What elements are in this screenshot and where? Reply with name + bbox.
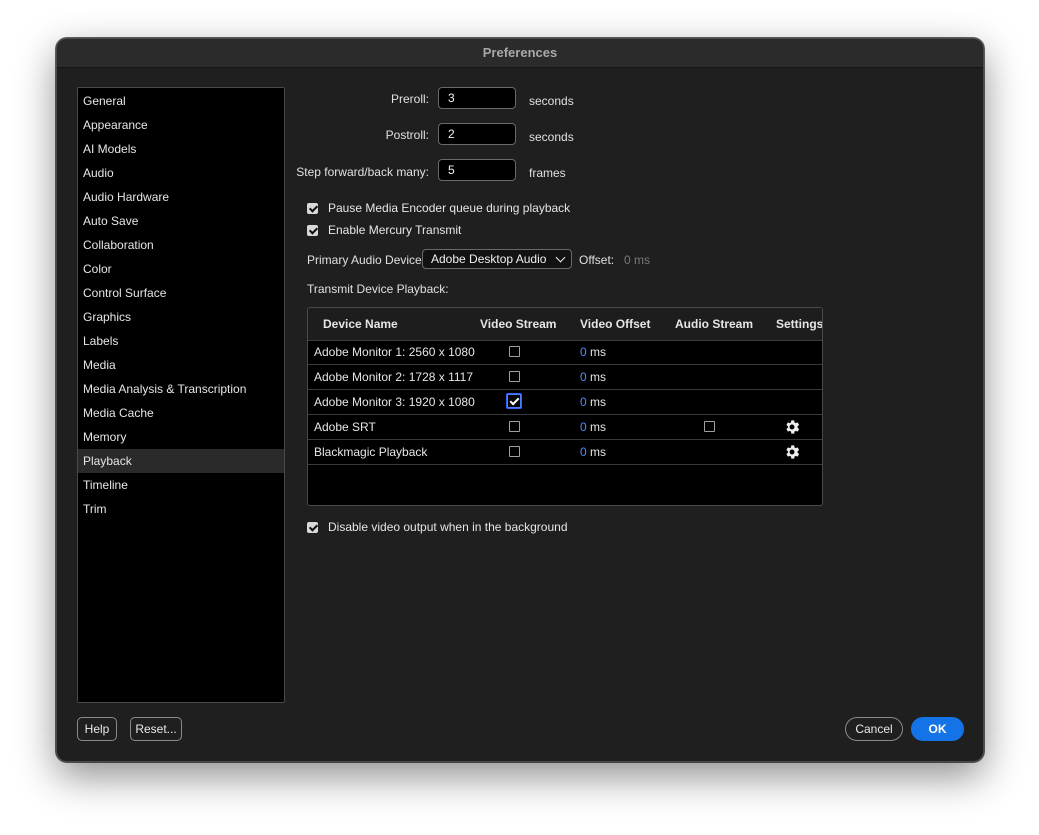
table-row: Blackmagic Playback 0 ms (308, 440, 822, 465)
offset-value: 0 ms (624, 253, 651, 267)
sidebar-item-trim[interactable]: Trim (78, 497, 284, 521)
mercury-transmit-label: Enable Mercury Transmit (328, 223, 462, 237)
sidebar-item-appearance[interactable]: Appearance (78, 113, 284, 137)
device-name: Adobe Monitor 3: 1920 x 1080 (314, 395, 475, 409)
preferences-window: Preferences General Appearance AI Models… (56, 38, 984, 762)
transmit-device-table: Device Name Video Stream Video Offset Au… (307, 307, 823, 506)
device-name: Blackmagic Playback (314, 445, 428, 459)
audio-stream-checkbox[interactable] (704, 421, 715, 432)
chevron-down-icon (555, 252, 566, 263)
step-input[interactable] (438, 159, 516, 181)
pause-encoder-row[interactable]: Pause Media Encoder queue during playbac… (307, 200, 570, 216)
video-stream-checkbox[interactable] (509, 346, 520, 357)
preroll-label: Preroll: (390, 92, 429, 106)
mercury-transmit-checkbox[interactable] (307, 224, 318, 236)
disable-bg-label: Disable video output when in the backgro… (328, 520, 568, 534)
sidebar-item-media-cache[interactable]: Media Cache (78, 401, 284, 425)
window-title: Preferences (57, 39, 983, 68)
audio-device-label: Primary Audio Device: (307, 253, 426, 267)
postroll-input[interactable] (438, 123, 516, 145)
col-video-offset[interactable]: Video Offset (580, 308, 650, 340)
gear-icon[interactable] (783, 418, 801, 436)
sidebar-item-ai-models[interactable]: AI Models (78, 137, 284, 161)
sidebar-item-media-analysis[interactable]: Media Analysis & Transcription (78, 377, 284, 401)
step-unit: frames (529, 166, 566, 180)
col-video-stream[interactable]: Video Stream (480, 308, 556, 340)
audio-device-dropdown[interactable]: Adobe Desktop Audio (422, 249, 572, 269)
sidebar-item-audio[interactable]: Audio (78, 161, 284, 185)
sidebar-item-media[interactable]: Media (78, 353, 284, 377)
help-button[interactable]: Help (77, 717, 117, 741)
video-stream-checkbox[interactable] (509, 446, 520, 457)
col-settings[interactable]: Settings (776, 308, 822, 340)
video-stream-checkbox[interactable] (507, 394, 521, 408)
disable-bg-row[interactable]: Disable video output when in the backgro… (307, 519, 568, 535)
audio-device-value: Adobe Desktop Audio (431, 252, 547, 266)
video-offset[interactable]: 0 ms (580, 440, 606, 464)
sidebar-item-collaboration[interactable]: Collaboration (78, 233, 284, 257)
video-offset[interactable]: 0 ms (580, 390, 606, 414)
device-name: Adobe Monitor 1: 2560 x 1080 (314, 345, 475, 359)
ok-button[interactable]: OK (911, 717, 964, 741)
device-name: Adobe Monitor 2: 1728 x 1117 (314, 370, 473, 384)
transmit-label: Transmit Device Playback: (307, 282, 449, 296)
step-label: Step forward/back many: (296, 165, 429, 179)
postroll-label: Postroll: (385, 128, 429, 142)
video-offset[interactable]: 0 ms (580, 365, 606, 389)
preroll-unit: seconds (529, 94, 574, 108)
col-audio-stream[interactable]: Audio Stream (675, 308, 753, 340)
gear-icon[interactable] (783, 443, 801, 461)
sidebar-item-labels[interactable]: Labels (78, 329, 284, 353)
pause-encoder-label: Pause Media Encoder queue during playbac… (328, 201, 571, 215)
sidebar-item-graphics[interactable]: Graphics (78, 305, 284, 329)
sidebar-item-audio-hardware[interactable]: Audio Hardware (78, 185, 284, 209)
sidebar-item-timeline[interactable]: Timeline (78, 473, 284, 497)
video-offset[interactable]: 0 ms (580, 415, 606, 439)
pause-encoder-checkbox[interactable] (307, 202, 318, 214)
sidebar-item-playback[interactable]: Playback (78, 449, 284, 473)
sidebar-item-general[interactable]: General (78, 89, 284, 113)
sidebar: General Appearance AI Models Audio Audio… (77, 87, 285, 703)
video-stream-checkbox[interactable] (509, 371, 520, 382)
table-row: Adobe Monitor 3: 1920 x 1080 0 ms (308, 390, 822, 415)
table-row: Adobe Monitor 1: 2560 x 1080 0 ms (308, 340, 822, 365)
video-offset[interactable]: 0 ms (580, 340, 606, 364)
sidebar-item-auto-save[interactable]: Auto Save (78, 209, 284, 233)
postroll-unit: seconds (529, 130, 574, 144)
reset-button[interactable]: Reset... (130, 717, 182, 741)
sidebar-item-color[interactable]: Color (78, 257, 284, 281)
device-name: Adobe SRT (314, 420, 376, 434)
video-stream-checkbox[interactable] (509, 421, 520, 432)
cancel-button[interactable]: Cancel (845, 717, 903, 741)
table-row: Adobe SRT 0 ms (308, 415, 822, 440)
disable-bg-checkbox[interactable] (307, 521, 318, 533)
col-device-name[interactable]: Device Name (323, 308, 398, 340)
sidebar-item-control-surface[interactable]: Control Surface (78, 281, 284, 305)
table-row: Adobe Monitor 2: 1728 x 1117 0 ms (308, 365, 822, 390)
table-header: Device Name Video Stream Video Offset Au… (308, 308, 822, 341)
mercury-transmit-row[interactable]: Enable Mercury Transmit (307, 222, 461, 238)
offset-label: Offset: (579, 253, 615, 267)
preroll-input[interactable] (438, 87, 516, 109)
sidebar-item-memory[interactable]: Memory (78, 425, 284, 449)
